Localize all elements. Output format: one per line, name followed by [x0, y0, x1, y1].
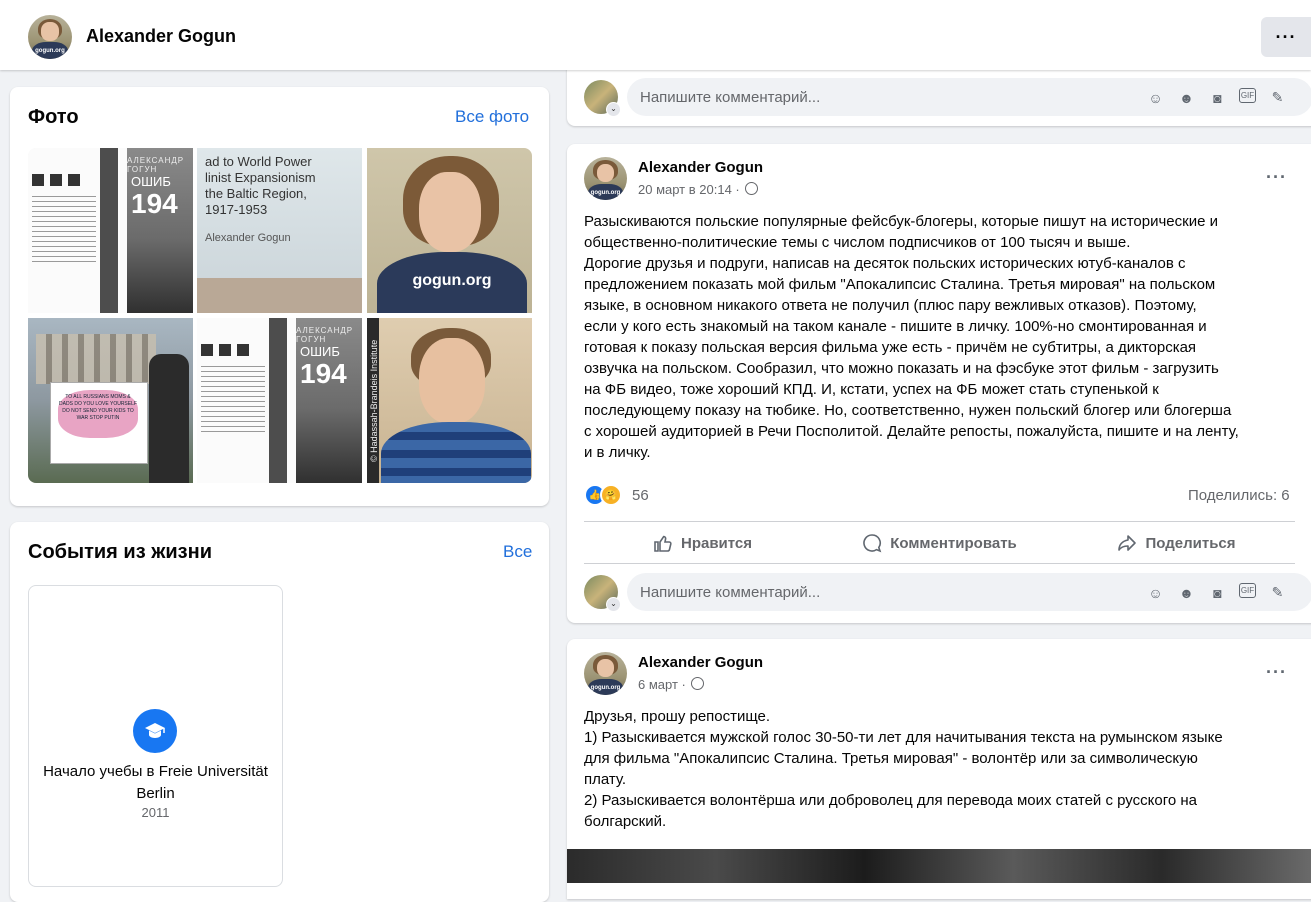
gif-icon[interactable]: GIF [1239, 88, 1256, 103]
camera-icon[interactable]: ◙ [1208, 583, 1227, 602]
shares-count[interactable]: Поделились: 6 [1188, 487, 1290, 504]
life-event-title: Начало учебы в Freie Universität Berlin [43, 763, 268, 802]
comment-button[interactable]: Комментировать [821, 528, 1058, 558]
post-media[interactable] [567, 849, 1311, 883]
reaction-summary[interactable]: 👍 🤗 [584, 484, 622, 506]
profile-avatar[interactable]: gogun.org [28, 15, 72, 59]
camera-icon[interactable]: ◙ [1208, 88, 1227, 107]
photos-card: Фото Все фото АЛЕКСАНДР ГОГУН ОШИБ 194 a… [10, 87, 549, 506]
chevron-down-icon[interactable]: ⌄ [606, 597, 621, 612]
profile-header: gogun.org Alexander Gogun ··· [0, 0, 1311, 70]
divider [584, 521, 1295, 522]
all-events-link[interactable]: Все [503, 542, 532, 562]
emoji-icon[interactable]: ☻ [1177, 583, 1196, 602]
avatar-sticker-icon[interactable]: ☺ [1146, 583, 1165, 602]
photo-thumbnail[interactable]: АЛЕКСАНДР ГОГУН ОШИБ 194 [197, 318, 362, 483]
life-event-year: 2011 [141, 805, 170, 820]
life-events-title: События из жизни [28, 541, 212, 563]
sticker-icon[interactable]: ✎ [1268, 88, 1287, 107]
post-text: Друзья, прошу репостище. 1) Разыскиваетс… [584, 708, 1223, 830]
post-author-avatar[interactable]: gogun.org [584, 652, 627, 695]
share-button[interactable]: Поделиться [1058, 528, 1295, 558]
photo-thumbnail[interactable]: © Hadassah-Brandeis Institute [367, 318, 532, 483]
divider [584, 563, 1295, 564]
reactions-count[interactable]: 56 [632, 487, 649, 504]
avatar-sticker-icon[interactable]: ☺ [1146, 88, 1165, 107]
like-button[interactable]: Нравится [584, 528, 821, 558]
all-photos-link[interactable]: Все фото [455, 107, 529, 127]
comment-icon [863, 534, 882, 553]
thumbs-up-icon [654, 535, 672, 552]
care-reaction-icon: 🤗 [600, 484, 622, 506]
photo-thumbnail[interactable]: TO ALL RUSSIANS MOMS & DADS DO YOU LOVE … [28, 318, 193, 483]
photo-thumbnail[interactable]: АЛЕКСАНДР ГОГУН ОШИБ 194 [28, 148, 193, 313]
post-more-button[interactable]: ··· [1266, 662, 1287, 683]
more-options-button[interactable]: ··· [1261, 17, 1311, 57]
post-author-name[interactable]: Alexander Gogun [638, 654, 763, 671]
profile-name[interactable]: Alexander Gogun [86, 26, 236, 47]
gif-icon[interactable]: GIF [1239, 583, 1256, 598]
post-author-avatar[interactable]: gogun.org [584, 157, 627, 200]
post-more-button[interactable]: ··· [1266, 167, 1287, 188]
photos-title: Фото [28, 106, 79, 128]
photo-thumbnail[interactable]: ad to World Power linist Expansionism th… [197, 148, 362, 313]
photo-thumbnail[interactable]: gogun.org [367, 148, 532, 313]
share-icon [1118, 535, 1137, 551]
globe-icon [691, 677, 705, 690]
globe-icon [745, 182, 759, 195]
post-actions: Нравится Комментировать Поделиться [584, 528, 1295, 558]
chevron-down-icon[interactable]: ⌄ [606, 102, 621, 117]
post-timestamp[interactable]: 6 март · [638, 677, 705, 692]
post-author-name[interactable]: Alexander Gogun [638, 159, 763, 176]
life-event-item[interactable]: Начало учебы в Freie Universität Berlin … [28, 585, 283, 887]
post-text: Разыскиваются польские популярные фейсбу… [584, 213, 1239, 461]
emoji-icon[interactable]: ☻ [1177, 88, 1196, 107]
graduation-cap-icon [133, 709, 177, 753]
sticker-icon[interactable]: ✎ [1268, 583, 1287, 602]
post-timestamp[interactable]: 20 март в 20:14 · [638, 182, 759, 197]
